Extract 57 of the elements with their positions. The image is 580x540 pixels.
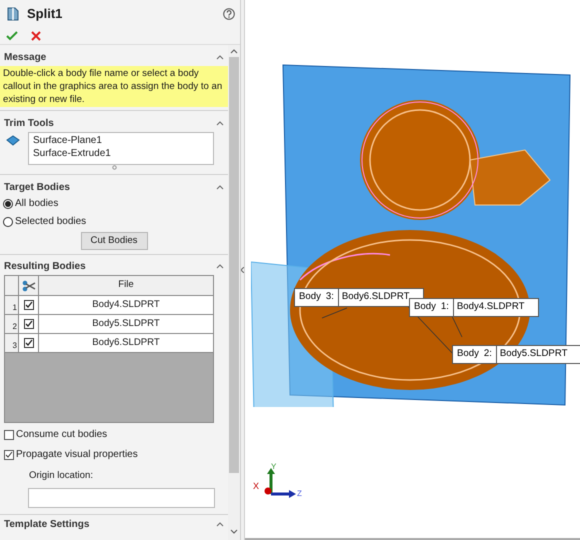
field-label: Origin location:	[28, 469, 94, 483]
callout-number: 3:	[326, 290, 334, 304]
table-cell[interactable]: Body4.SLDPRT	[39, 296, 213, 314]
axis-label: Y	[271, 461, 276, 473]
collapse-icon[interactable]	[216, 264, 224, 268]
section-header: Template Settings	[4, 518, 90, 532]
section-header: Resulting Bodies	[4, 260, 86, 274]
message-text: Double-click a body file name or select a body callout in the graphics area to assign the body to an existing or new file.	[0, 66, 228, 107]
checkbox[interactable]	[24, 319, 34, 329]
scissors-icon	[22, 280, 36, 292]
scroll-down-icon[interactable]	[230, 529, 238, 535]
row-number: 2	[5, 315, 19, 333]
body-callout[interactable]: Body 2: Body5.SLDPRT	[452, 345, 580, 364]
radio-button[interactable]	[3, 216, 13, 226]
radio-button[interactable]	[3, 198, 13, 208]
origin-location-field[interactable]	[28, 488, 215, 508]
callout-label: Body	[457, 347, 479, 362]
checkbox-label[interactable]: Propagate visual properties	[16, 447, 138, 462]
checkbox[interactable]	[24, 338, 34, 348]
collapse-handle-icon[interactable]	[241, 267, 244, 273]
panel-title: Split1	[27, 5, 62, 23]
help-icon[interactable]	[223, 8, 235, 20]
callout-label: Body	[299, 290, 321, 304]
section-header: Message	[4, 50, 46, 64]
callout-file: Body5.SLDPRT	[498, 347, 568, 362]
radio-label[interactable]: Selected bodies	[15, 214, 86, 229]
callout-file: Body6.SLDPRT	[340, 290, 410, 304]
ok-button[interactable]	[6, 30, 18, 42]
table-cell[interactable]: Body6.SLDPRT	[39, 334, 213, 352]
row-number: 3	[5, 334, 19, 352]
section-header: Target Bodies	[4, 180, 70, 194]
row-number: 1	[5, 296, 19, 314]
axis-label: Z	[297, 488, 302, 500]
collapse-icon[interactable]	[216, 120, 224, 126]
collapse-icon[interactable]	[216, 54, 224, 60]
scrollbar-thumb[interactable]	[229, 57, 239, 473]
scroll-up-icon[interactable]	[230, 48, 238, 54]
split-feature-icon	[5, 6, 21, 22]
collapse-icon[interactable]	[216, 184, 224, 190]
section-header: Trim Tools	[4, 116, 54, 130]
checkbox[interactable]	[24, 300, 34, 310]
checkbox-label[interactable]: Consume cut bodies	[16, 427, 108, 442]
collapse-icon[interactable]	[216, 522, 224, 528]
body-callout[interactable]: Body 1: Body4.SLDPRT	[409, 298, 540, 317]
callout-file: Body4.SLDPRT	[456, 300, 526, 314]
cut-bodies-button[interactable]: Cut Bodies	[80, 232, 148, 250]
checkbox[interactable]	[4, 450, 14, 460]
callout-number: 1:	[440, 300, 449, 314]
surface-icon	[6, 135, 20, 147]
checkbox[interactable]	[4, 430, 14, 440]
trim-tools-list[interactable]: Surface-Plane1 Surface-Extrude1	[28, 132, 214, 165]
axis-label: X	[253, 480, 260, 493]
cancel-button[interactable]	[30, 30, 42, 42]
callout-number: 2:	[484, 347, 492, 362]
table-cell[interactable]: Body5.SLDPRT	[39, 315, 213, 333]
radio-label[interactable]: All bodies	[15, 196, 58, 211]
resize-handle-icon[interactable]	[112, 165, 116, 170]
